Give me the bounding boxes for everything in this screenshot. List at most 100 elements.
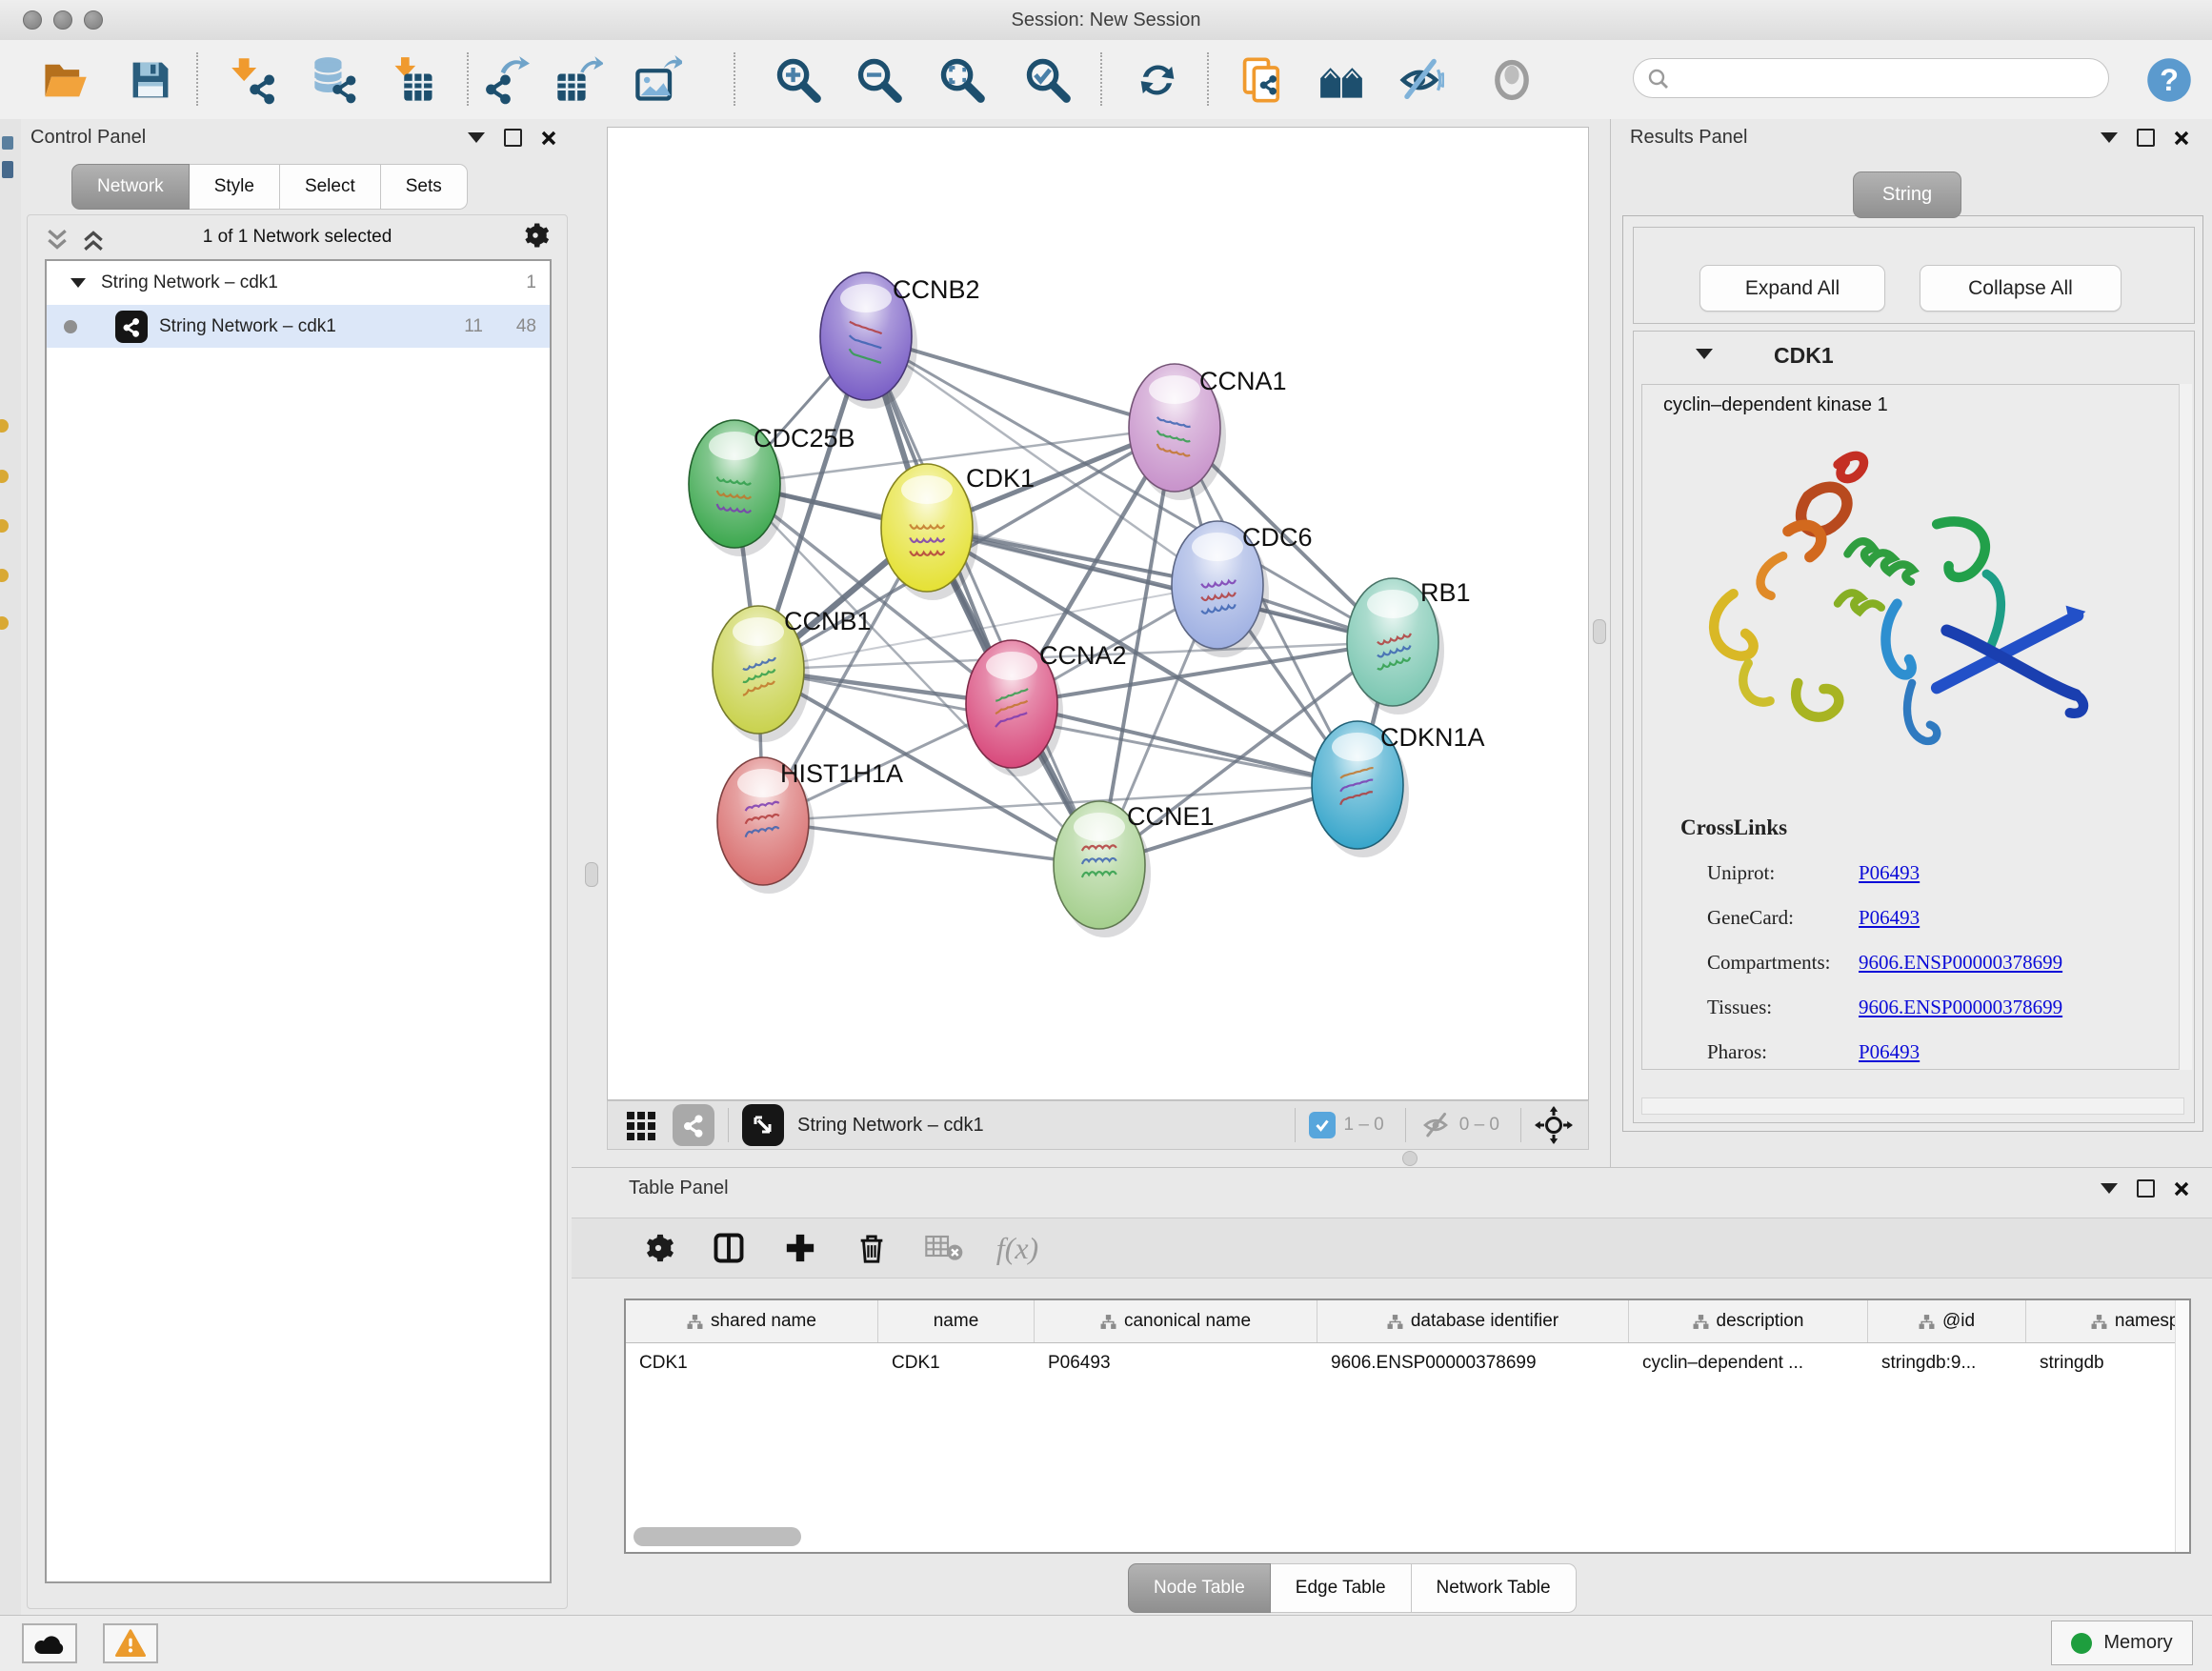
panel-close-icon[interactable] bbox=[2174, 1181, 2189, 1197]
table-cell[interactable]: P06493 bbox=[1035, 1342, 1317, 1384]
create-column-icon[interactable] bbox=[778, 1226, 822, 1270]
column-header-shared-name[interactable]: shared name bbox=[626, 1300, 878, 1342]
results-horizontal-scrollbar[interactable] bbox=[1641, 1097, 2184, 1115]
delete-table-icon[interactable] bbox=[922, 1226, 966, 1270]
dock-icon[interactable] bbox=[0, 519, 9, 533]
expand-all-button[interactable]: Expand All bbox=[1699, 265, 1885, 312]
import-table-file-icon[interactable] bbox=[385, 51, 442, 109]
table-cell[interactable]: stringdb:9... bbox=[1868, 1342, 2026, 1384]
zoom-selected-icon[interactable] bbox=[1019, 51, 1076, 109]
splitter-handle[interactable] bbox=[1593, 619, 1606, 644]
crosslink-link[interactable]: 9606.ENSP00000378699 bbox=[1859, 951, 2062, 974]
network-row-selected[interactable]: String Network – cdk1 11 48 bbox=[47, 305, 550, 348]
window-title: Session: New Session bbox=[0, 0, 2212, 40]
hidden-eye-icon[interactable] bbox=[1419, 1111, 1452, 1139]
cloud-status-button[interactable] bbox=[22, 1623, 77, 1663]
hide-selected-icon[interactable] bbox=[1391, 51, 1448, 109]
column-header-name[interactable]: name bbox=[878, 1300, 1035, 1342]
table-cell[interactable]: cyclin–dependent ... bbox=[1629, 1342, 1868, 1384]
table-vertical-scrollbar[interactable] bbox=[2175, 1300, 2189, 1552]
table-cell[interactable]: CDK1 bbox=[626, 1342, 878, 1384]
export-view-icon[interactable] bbox=[742, 1104, 784, 1146]
show-columns-icon[interactable] bbox=[707, 1226, 751, 1270]
table-cell[interactable]: CDK1 bbox=[878, 1342, 1035, 1384]
export-image-icon[interactable] bbox=[629, 51, 686, 109]
panel-float-icon[interactable] bbox=[2137, 129, 2155, 147]
panel-close-icon[interactable] bbox=[2174, 131, 2189, 146]
splitter-handle[interactable] bbox=[1402, 1151, 1418, 1166]
save-session-icon[interactable] bbox=[122, 51, 179, 109]
results-vertical-scrollbar[interactable] bbox=[2179, 384, 2192, 1070]
network-graph[interactable]: CCNB2CCNA1CDC25BCDK1CDC6RB1CCNB1CCNA2CDK… bbox=[608, 128, 1588, 1099]
collapse-all-button[interactable]: Collapse All bbox=[1920, 265, 2122, 312]
tab-node-table[interactable]: Node Table bbox=[1128, 1563, 1271, 1613]
column-header-canonical-name[interactable]: canonical name bbox=[1035, 1300, 1317, 1342]
first-neighbors-icon[interactable] bbox=[1313, 51, 1370, 109]
zoom-in-icon[interactable] bbox=[770, 51, 827, 109]
help-icon[interactable]: ? bbox=[2141, 51, 2198, 109]
network-collection-row[interactable]: String Network – cdk1 1 bbox=[47, 261, 550, 304]
column-header-@id[interactable]: @id bbox=[1868, 1300, 2026, 1342]
export-network-icon[interactable] bbox=[476, 51, 533, 109]
panel-float-icon[interactable] bbox=[2137, 1179, 2155, 1198]
tab-network-table[interactable]: Network Table bbox=[1412, 1563, 1577, 1613]
fit-crosshair-icon[interactable] bbox=[1535, 1106, 1573, 1144]
tab-network[interactable]: Network bbox=[71, 164, 190, 210]
table-settings-gear-icon[interactable] bbox=[636, 1226, 680, 1270]
export-table-icon[interactable] bbox=[550, 51, 607, 109]
show-all-icon[interactable] bbox=[1483, 51, 1540, 109]
table-horizontal-scrollbar-thumb[interactable] bbox=[633, 1527, 801, 1546]
network-options-gear-icon[interactable] bbox=[521, 221, 550, 250]
update-view-icon[interactable] bbox=[1129, 51, 1186, 109]
table-row[interactable]: CDK1CDK1P064939606.ENSP00000378699cyclin… bbox=[626, 1342, 2191, 1384]
tab-style[interactable]: Style bbox=[190, 164, 280, 210]
column-header-description[interactable]: description bbox=[1629, 1300, 1868, 1342]
crosslink-link[interactable]: P06493 bbox=[1859, 906, 1920, 929]
function-builder-icon[interactable]: f(x) bbox=[995, 1226, 1039, 1270]
table-cell[interactable]: 9606.ENSP00000378699 bbox=[1317, 1342, 1629, 1384]
selected-checkbox-icon[interactable] bbox=[1309, 1112, 1336, 1138]
panel-menu-icon[interactable] bbox=[2101, 132, 2118, 143]
dock-icon[interactable] bbox=[2, 161, 13, 178]
clone-network-icon[interactable] bbox=[1234, 51, 1291, 109]
table-cell[interactable]: stringdb bbox=[2026, 1342, 2191, 1384]
column-header-database-identifier[interactable]: database identifier bbox=[1317, 1300, 1629, 1342]
string-network-icon[interactable] bbox=[673, 1104, 714, 1146]
crosslink-link[interactable]: 9606.ENSP00000378699 bbox=[1859, 996, 2062, 1018]
column-tree-icon bbox=[1919, 1314, 1935, 1330]
birdseye-grid-icon[interactable] bbox=[625, 1108, 659, 1142]
splitter-handle[interactable] bbox=[585, 862, 598, 887]
tab-string[interactable]: String bbox=[1853, 171, 1961, 218]
network-node-CDK1[interactable] bbox=[881, 464, 978, 600]
node-result-header[interactable]: CDK1 bbox=[1634, 332, 2194, 384]
section-collapse-icon[interactable] bbox=[1696, 349, 1713, 359]
column-header-namespace[interactable]: namespace bbox=[2026, 1300, 2191, 1342]
import-network-database-icon[interactable] bbox=[307, 51, 364, 109]
network-view-toolbar: String Network – cdk1 1 – 0 0 – 0 bbox=[607, 1100, 1589, 1150]
open-file-icon[interactable] bbox=[36, 51, 93, 109]
search-input[interactable] bbox=[1678, 63, 2101, 95]
panel-menu-icon[interactable] bbox=[468, 132, 485, 143]
warnings-button[interactable] bbox=[103, 1623, 158, 1663]
memory-button[interactable]: Memory bbox=[2051, 1621, 2193, 1665]
tab-edge-table[interactable]: Edge Table bbox=[1271, 1563, 1412, 1613]
dock-icon[interactable] bbox=[0, 419, 9, 433]
panel-float-icon[interactable] bbox=[504, 129, 522, 147]
collection-expand-icon[interactable] bbox=[70, 278, 86, 288]
dock-icon[interactable] bbox=[0, 470, 9, 483]
zoom-fit-icon[interactable] bbox=[934, 51, 991, 109]
crosslink-link[interactable]: P06493 bbox=[1859, 1040, 1920, 1063]
delete-column-trash-icon[interactable] bbox=[850, 1226, 894, 1270]
zoom-out-icon[interactable] bbox=[851, 51, 908, 109]
crosslink-link[interactable]: P06493 bbox=[1859, 861, 1920, 884]
dock-icon[interactable] bbox=[2, 136, 13, 150]
panel-close-icon[interactable] bbox=[541, 131, 556, 146]
network-canvas[interactable]: CCNB2CCNA1CDC25BCDK1CDC6RB1CCNB1CCNA2CDK… bbox=[607, 127, 1589, 1100]
dock-icon[interactable] bbox=[0, 569, 9, 582]
collection-label: String Network – cdk1 bbox=[101, 272, 278, 293]
import-network-file-icon[interactable] bbox=[226, 51, 283, 109]
panel-menu-icon[interactable] bbox=[2101, 1183, 2118, 1194]
dock-icon[interactable] bbox=[0, 616, 9, 630]
tab-select[interactable]: Select bbox=[280, 164, 381, 210]
tab-sets[interactable]: Sets bbox=[381, 164, 468, 210]
